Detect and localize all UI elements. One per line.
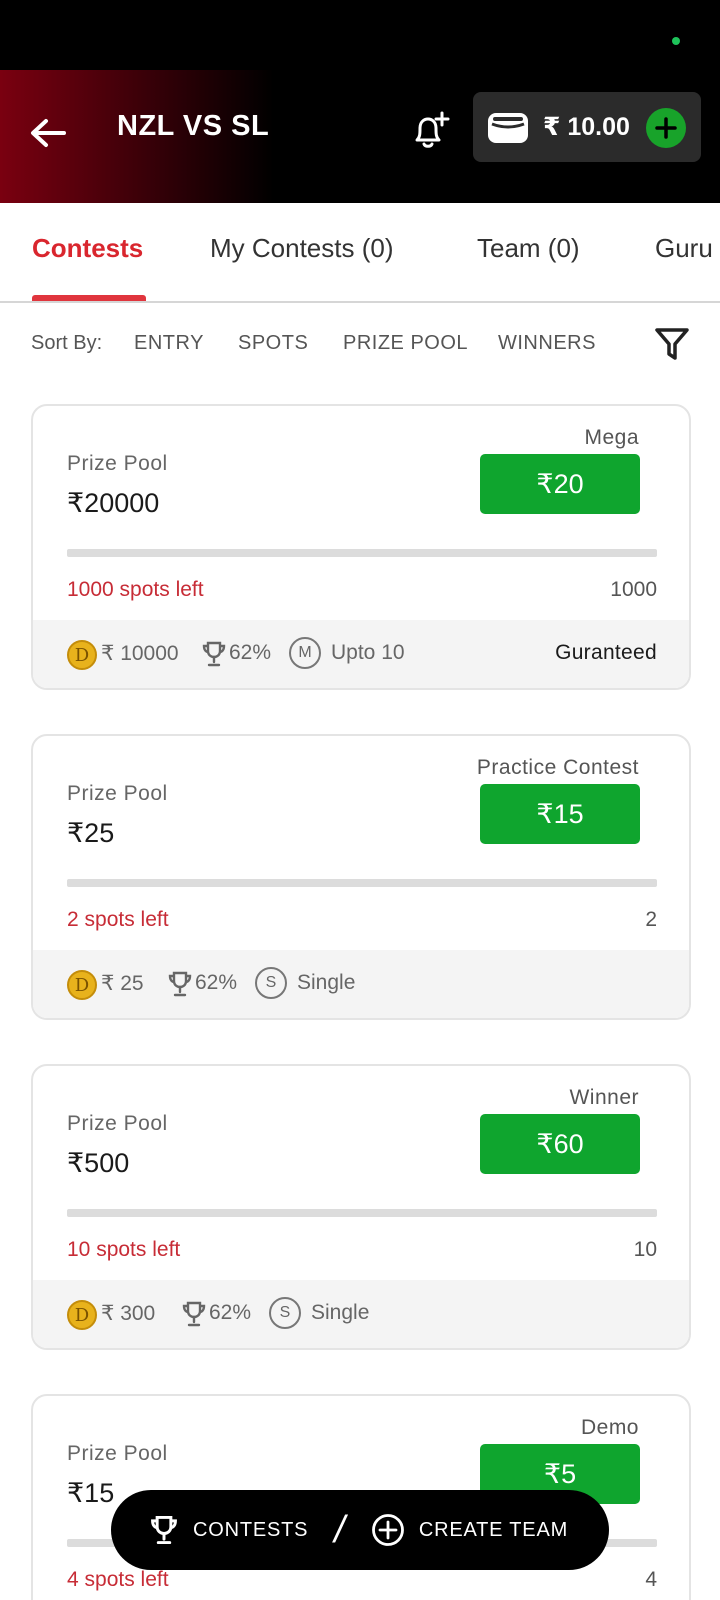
arrow-left-icon bbox=[31, 119, 66, 147]
prize-pool-label: Prize Pool bbox=[67, 782, 168, 805]
plus-icon bbox=[655, 117, 677, 139]
multi-entry-badge: M bbox=[289, 637, 321, 669]
contest-card-footer: D ₹ 25 62% S Single bbox=[33, 950, 689, 1018]
contest-type: Winner bbox=[569, 1086, 639, 1109]
contests-nav-label: CONTESTS bbox=[193, 1518, 309, 1541]
entry-fee-button[interactable]: ₹60 bbox=[480, 1114, 640, 1174]
guaranteed-label: Guranteed bbox=[555, 641, 657, 664]
spots-progress-bar bbox=[67, 1209, 657, 1217]
single-entry-badge: S bbox=[269, 1297, 301, 1329]
sort-winners[interactable]: WINNERS bbox=[498, 332, 596, 355]
add-reminder-button[interactable] bbox=[405, 106, 455, 156]
prize-pool-value: ₹25 bbox=[67, 818, 115, 848]
sort-label: Sort By: bbox=[31, 332, 103, 354]
first-prize: ₹ 300 bbox=[101, 1302, 156, 1325]
contest-card[interactable]: Practice Contest Prize Pool ₹25 ₹15 2 sp… bbox=[31, 734, 691, 1020]
create-team-label: CREATE TEAM bbox=[418, 1518, 569, 1541]
spots-left: 2 spots left bbox=[67, 908, 169, 931]
trophy-icon bbox=[182, 1301, 206, 1327]
prize-pool-label: Prize Pool bbox=[67, 1442, 168, 1465]
spots-left: 4 spots left bbox=[67, 1568, 169, 1591]
spots-left: 1000 spots left bbox=[67, 578, 204, 601]
sort-prize-pool[interactable]: PRIZE POOL bbox=[343, 332, 468, 355]
entry-limit: Single bbox=[311, 1301, 370, 1324]
contest-tabs: Contests My Contests (0) Team (0) Guru bbox=[0, 203, 720, 303]
filter-button[interactable] bbox=[652, 324, 692, 364]
spots-total: 1000 bbox=[610, 578, 657, 601]
sort-spots[interactable]: SPOTS bbox=[238, 332, 308, 355]
contest-card[interactable]: Winner Prize Pool ₹500 ₹60 10 spots left… bbox=[31, 1064, 691, 1350]
tab-contests[interactable]: Contests bbox=[32, 233, 143, 264]
tab-my-contests[interactable]: My Contests (0) bbox=[210, 233, 394, 264]
tab-guru[interactable]: Guru bbox=[655, 233, 713, 264]
contest-card[interactable]: Mega Prize Pool ₹20000 ₹20 1000 spots le… bbox=[31, 404, 691, 690]
spots-progress-bar bbox=[67, 549, 657, 557]
contests-nav-button[interactable]: CONTESTS bbox=[149, 1514, 308, 1546]
trophy-icon bbox=[168, 971, 192, 997]
spots-progress-bar bbox=[67, 879, 657, 887]
sort-bar: Sort By: ENTRY SPOTS PRIZE POOL WINNERS bbox=[0, 318, 720, 368]
wallet-icon bbox=[487, 110, 529, 144]
contest-card-footer: D ₹ 300 62% S Single bbox=[33, 1280, 689, 1348]
spots-total: 4 bbox=[645, 1568, 657, 1591]
prize-pool-value: ₹500 bbox=[67, 1148, 130, 1178]
app-header: NZL VS SL ₹ 10.00 bbox=[0, 70, 720, 203]
winners-percentage: 62% bbox=[195, 971, 238, 994]
prize-pool-label: Prize Pool bbox=[67, 452, 168, 475]
entry-fee-button[interactable]: ₹20 bbox=[480, 454, 640, 514]
tab-team[interactable]: Team (0) bbox=[477, 233, 580, 264]
entry-limit: Upto 10 bbox=[331, 641, 405, 664]
entry-fee-button[interactable]: ₹15 bbox=[480, 784, 640, 844]
spots-left: 10 spots left bbox=[67, 1238, 181, 1261]
nav-separator: / bbox=[334, 1508, 345, 1551]
winners-percentage: 62% bbox=[209, 1301, 252, 1324]
coin-icon: D bbox=[67, 1300, 97, 1330]
wallet-balance[interactable]: ₹ 10.00 bbox=[473, 92, 701, 162]
winners-percentage: 62% bbox=[229, 641, 272, 664]
first-prize: ₹ 25 bbox=[101, 972, 144, 995]
floating-action-bar: CONTESTS / CREATE TEAM bbox=[111, 1490, 609, 1570]
spots-total: 2 bbox=[645, 908, 657, 931]
filter-icon bbox=[655, 328, 689, 360]
contest-card-footer: D ₹ 10000 62% M Upto 10 Guranteed bbox=[33, 620, 689, 688]
prize-pool-value: ₹20000 bbox=[67, 488, 160, 518]
single-entry-badge: S bbox=[255, 967, 287, 999]
match-title: NZL VS SL bbox=[117, 110, 270, 142]
create-team-button[interactable]: CREATE TEAM bbox=[371, 1513, 568, 1547]
first-prize: ₹ 10000 bbox=[101, 642, 179, 665]
back-button[interactable] bbox=[28, 108, 68, 158]
wallet-amount: ₹ 10.00 bbox=[543, 113, 630, 141]
plus-circle-icon bbox=[371, 1514, 404, 1546]
prize-pool-value: ₹15 bbox=[67, 1478, 115, 1508]
active-tab-indicator bbox=[32, 295, 146, 301]
trophy-icon bbox=[202, 641, 226, 667]
contest-type: Mega bbox=[584, 426, 639, 449]
status-bar bbox=[0, 0, 720, 70]
prize-pool-label: Prize Pool bbox=[67, 1112, 168, 1135]
entry-limit: Single bbox=[297, 971, 356, 994]
coin-icon: D bbox=[67, 640, 97, 670]
status-indicator-dot bbox=[672, 37, 680, 45]
add-cash-button[interactable] bbox=[646, 108, 686, 148]
contest-type: Practice Contest bbox=[476, 756, 639, 779]
sort-entry[interactable]: ENTRY bbox=[134, 332, 204, 355]
bell-plus-icon bbox=[415, 111, 450, 148]
coin-icon: D bbox=[67, 970, 97, 1000]
spots-total: 10 bbox=[633, 1238, 657, 1261]
contest-type: Demo bbox=[580, 1416, 639, 1439]
trophy-icon bbox=[151, 1515, 177, 1545]
